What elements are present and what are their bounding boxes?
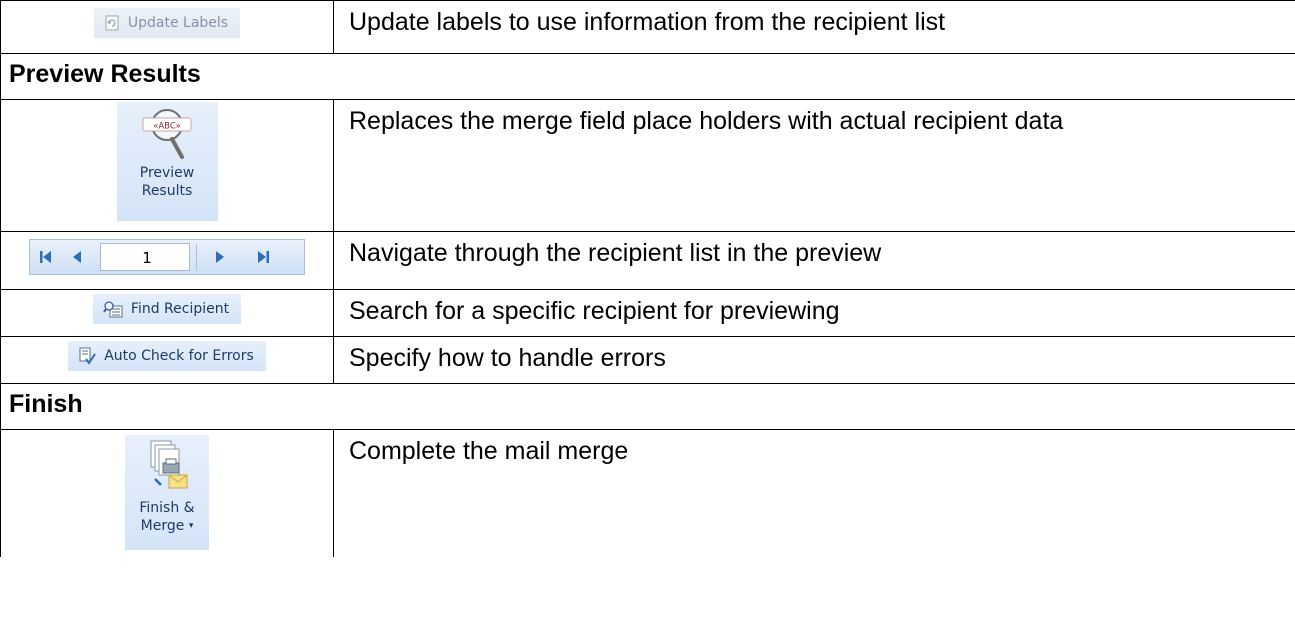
dropdown-arrow-icon[interactable]: ▾ bbox=[189, 521, 194, 531]
auto-check-icon bbox=[78, 347, 97, 365]
table-row: 1 Navigate through the recipient list in… bbox=[0, 231, 1295, 290]
previous-record-icon bbox=[73, 251, 81, 263]
finish-merge-label-line2-wrap: Merge ▾ bbox=[141, 517, 194, 535]
finish-merge-icon bbox=[143, 437, 191, 499]
preview-icon-text: «ABC» bbox=[153, 122, 181, 132]
description-cell: Navigate through the recipient list in t… bbox=[333, 231, 1295, 290]
icon-cell: Finish & Merge ▾ bbox=[0, 429, 334, 557]
finish-and-merge-button[interactable]: Finish & Merge ▾ bbox=[125, 435, 209, 550]
find-recipient-icon bbox=[103, 300, 123, 318]
record-navigation-control: 1 bbox=[29, 239, 305, 275]
finish-merge-label-line2: Merge bbox=[140, 518, 185, 534]
auto-check-label: Auto Check for Errors bbox=[104, 348, 254, 364]
update-labels-label: Update Labels bbox=[127, 15, 229, 31]
icon-cell: Find Recipient bbox=[0, 289, 334, 337]
update-labels-icon bbox=[104, 15, 120, 31]
icon-cell: Auto Check for Errors bbox=[0, 336, 334, 384]
description-cell: Update labels to use information from th… bbox=[333, 0, 1295, 54]
icon-cell: Update Labels bbox=[0, 0, 334, 54]
section-heading-preview-results: Preview Results bbox=[0, 53, 1295, 100]
table-row: Update Labels Update labels to use infor… bbox=[0, 0, 1295, 54]
preview-results-label-line1: Preview bbox=[139, 165, 195, 181]
icon-cell: «ABC» Preview Results bbox=[0, 99, 334, 232]
first-record-button[interactable] bbox=[30, 242, 62, 272]
preview-results-button[interactable]: «ABC» Preview Results bbox=[116, 102, 218, 221]
find-recipient-label: Find Recipient bbox=[130, 301, 230, 317]
mail-merge-reference-table: Update Labels Update labels to use infor… bbox=[0, 0, 1295, 557]
preview-results-label-line2: Results bbox=[141, 183, 193, 199]
update-labels-button[interactable]: Update Labels bbox=[93, 8, 241, 38]
icon-cell: 1 bbox=[0, 231, 334, 290]
last-record-button[interactable] bbox=[241, 242, 285, 272]
previous-record-button[interactable] bbox=[62, 242, 94, 272]
description-cell: Specify how to handle errors bbox=[333, 336, 1295, 384]
section-row: Finish bbox=[0, 383, 1295, 430]
last-record-icon bbox=[258, 251, 269, 263]
next-record-icon bbox=[216, 251, 224, 263]
auto-check-for-errors-button[interactable]: Auto Check for Errors bbox=[68, 341, 266, 371]
table-row: «ABC» Preview Results Replaces the merge… bbox=[0, 99, 1295, 232]
finish-merge-label-line1: Finish & bbox=[139, 500, 195, 516]
record-number-input[interactable]: 1 bbox=[100, 243, 190, 271]
description-cell: Search for a specific recipient for prev… bbox=[333, 289, 1295, 337]
find-recipient-button[interactable]: Find Recipient bbox=[92, 294, 242, 324]
first-record-icon bbox=[40, 251, 51, 263]
table-row: Finish & Merge ▾ Complete the mail merge bbox=[0, 429, 1295, 557]
next-record-button[interactable] bbox=[197, 242, 241, 272]
section-row: Preview Results bbox=[0, 53, 1295, 100]
magnifier-icon: «ABC» bbox=[135, 104, 199, 164]
description-cell: Replaces the merge field place holders w… bbox=[333, 99, 1295, 232]
table-row: Auto Check for Errors Specify how to han… bbox=[0, 336, 1295, 384]
description-cell: Complete the mail merge bbox=[333, 429, 1295, 557]
section-heading-finish: Finish bbox=[0, 383, 1295, 430]
table-row: Find Recipient Search for a specific rec… bbox=[0, 289, 1295, 337]
